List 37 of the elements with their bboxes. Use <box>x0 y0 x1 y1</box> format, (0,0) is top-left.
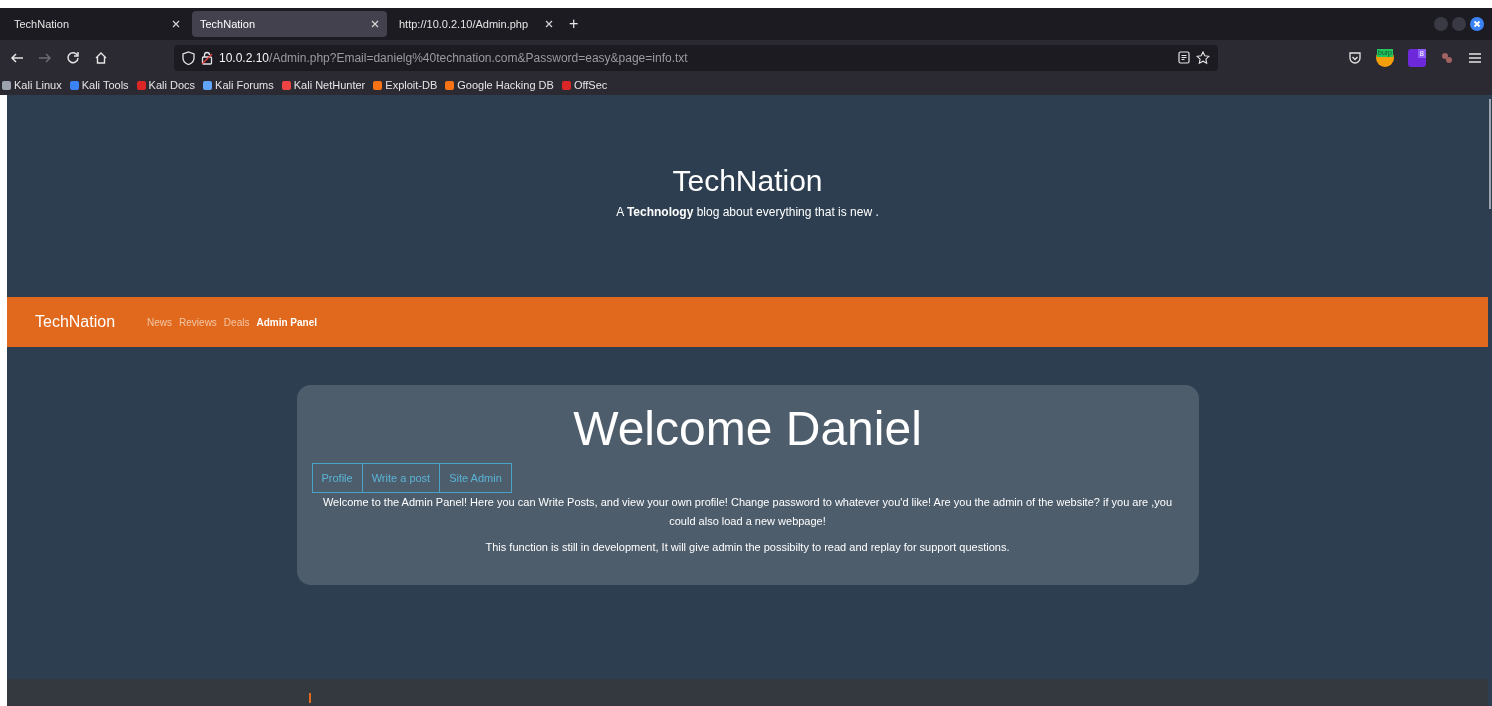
close-icon[interactable] <box>545 20 553 28</box>
bookmark-link[interactable]: Kali Tools <box>81 76 129 94</box>
back-icon[interactable] <box>10 50 24 65</box>
bookmark-link[interactable]: Kali Docs <box>148 76 196 94</box>
text-cursor <box>309 693 311 703</box>
panel-note: This function is still in development, It will give admin the possibilty to read and replay for support questions. <box>484 540 1011 555</box>
panel-description: Welcome to the Admin Panel! Here you can Write Posts, and view your own profile! Change password to whatever you'd like! Are you the admin of the website? if you are ,you could also load a new webpage! <box>321 495 1174 529</box>
pocket-icon[interactable] <box>1348 50 1362 65</box>
bookmark-link[interactable]: Google Hacking DB <box>457 76 554 94</box>
site-title: TechNation <box>672 163 823 199</box>
home-icon[interactable] <box>94 50 108 65</box>
site-tagline: A Technology blog about everything that is new . <box>616 204 879 221</box>
extension-icon[interactable] <box>1440 50 1454 65</box>
close-icon[interactable] <box>172 20 180 28</box>
welcome-heading: Welcome Daniel <box>572 401 923 457</box>
bookmark-link[interactable]: Kali Forums <box>215 76 274 94</box>
bookmark-link[interactable]: Exploit-DB <box>385 76 438 94</box>
shield-icon <box>182 50 195 65</box>
url-text: 10.0.2.10/Admin.php?Email=danielg%40technation.com&Password=easy&page=info.txt <box>219 49 688 67</box>
lock-icon <box>201 50 213 65</box>
forward-icon[interactable] <box>38 50 52 65</box>
new-tab-button[interactable]: + <box>569 12 579 36</box>
browser-tab[interactable]: TechNation <box>6 11 188 37</box>
extension-button[interactable]: 8 <box>1408 48 1426 67</box>
menu-icon[interactable] <box>1468 51 1482 64</box>
bookmark-link[interactable]: Kali NetHunter <box>293 76 366 94</box>
browser-tab[interactable]: TechNation <box>192 11 387 37</box>
bookmark-link[interactable]: OffSec <box>573 76 608 94</box>
browser-tab[interactable]: http://10.0.2.10/Admin.php <box>391 11 561 37</box>
close-icon[interactable] <box>1470 17 1484 31</box>
close-icon[interactable] <box>371 20 379 28</box>
reload-icon[interactable] <box>66 50 80 65</box>
bookmark-link[interactable]: Kali Linux <box>14 76 62 94</box>
reader-view-icon[interactable] <box>1178 51 1190 64</box>
scrollbar[interactable] <box>1489 99 1491 209</box>
address-bar[interactable]: 10.0.2.10/Admin.php?Email=danielg%40technation.com&Password=easy&page=info.txt <box>174 44 1218 71</box>
star-icon[interactable] <box>1196 50 1210 65</box>
